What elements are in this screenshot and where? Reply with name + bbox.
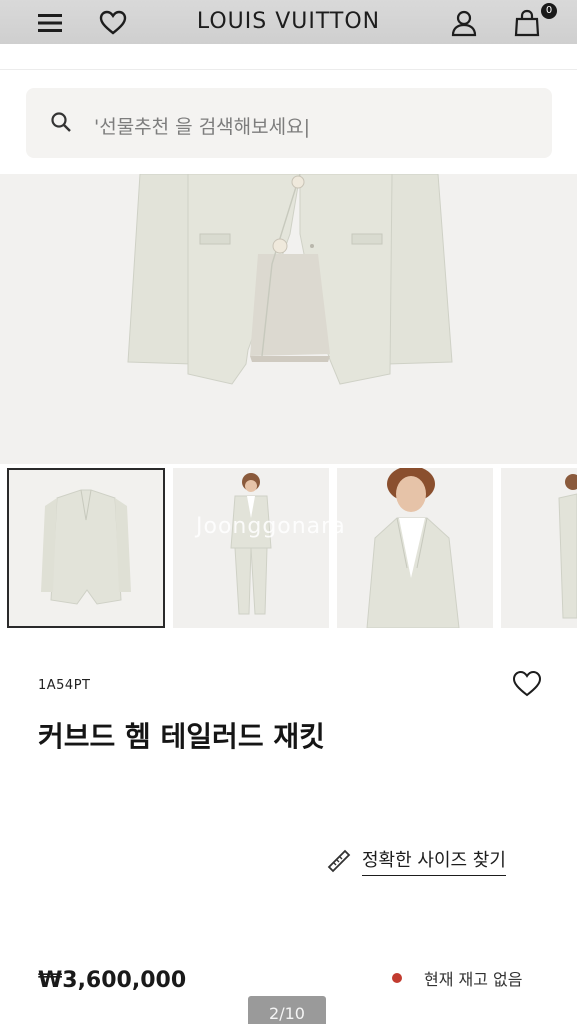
size-guide-link[interactable]: 정확한 사이즈 찾기 (326, 846, 506, 876)
product-price: ₩3,600,000 (38, 968, 187, 993)
thumbnail-model-half[interactable] (337, 468, 493, 628)
stock-status: 현재 재고 없음 (392, 966, 523, 990)
add-to-wishlist-button[interactable] (512, 670, 542, 702)
model-full-thumbnail-image (173, 468, 329, 628)
stock-status-text: 현재 재고 없음 (424, 970, 523, 989)
stock-status-dot (392, 973, 402, 983)
cart-button[interactable] (510, 8, 544, 38)
ruler-icon (327, 849, 351, 873)
thumbnail-strip (0, 466, 577, 630)
thumbnail-jacket-flat[interactable] (7, 468, 165, 628)
product-main-image[interactable] (0, 174, 577, 464)
search-placeholder: '선물추천 을 검색해보세요| (94, 116, 310, 138)
heart-icon (512, 670, 542, 697)
thumbnail-model-full[interactable] (173, 468, 329, 628)
size-guide-label: 정확한 사이즈 찾기 (362, 846, 506, 876)
search-section: '선물추천 을 검색해보세요| (0, 70, 577, 174)
jacket-thumbnail-image (9, 470, 163, 626)
jacket-image (127, 174, 453, 385)
shopping-bag-icon (514, 9, 540, 37)
top-nav-bar: LOUIS VUITTON 0 (0, 0, 577, 44)
product-sku: 1A54PT (38, 678, 91, 693)
watermark-text: Joonggonara (196, 514, 346, 539)
image-page-indicator: 2/10 (248, 996, 326, 1024)
model-side-thumbnail-image (501, 468, 577, 628)
thumbnail-model-side[interactable] (501, 468, 577, 628)
brand-logo[interactable]: LOUIS VUITTON (0, 9, 577, 34)
header-spacer (0, 44, 577, 70)
search-input[interactable]: '선물추천 을 검색해보세요| (26, 88, 552, 158)
cart-count-badge: 0 (541, 3, 557, 19)
account-button[interactable] (447, 8, 481, 38)
product-title: 커브드 헴 테일러드 재킷 (38, 720, 325, 753)
model-half-thumbnail-image (337, 468, 493, 628)
search-icon (51, 112, 71, 132)
user-icon (451, 10, 477, 37)
